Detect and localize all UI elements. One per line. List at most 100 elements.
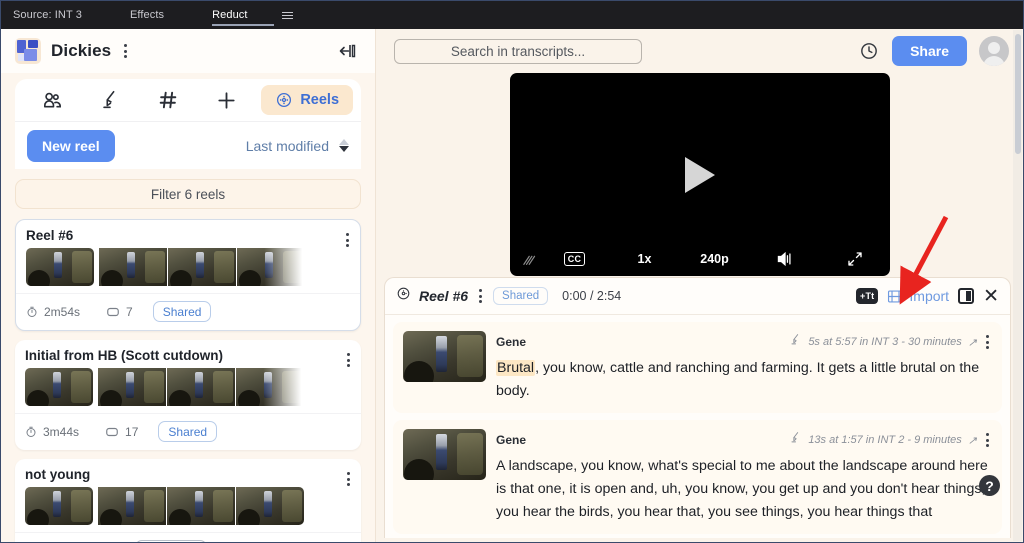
transcript-body[interactable]: Gene 5s at 5:57 in INT 3 - 30 minutes ↗ bbox=[385, 315, 1010, 538]
transcript-title: Reel #6 bbox=[419, 288, 469, 304]
play-icon[interactable] bbox=[684, 156, 715, 193]
reel-duration-text: 3m44s bbox=[43, 424, 80, 439]
reel-card-meta: 17s 3 Unshared bbox=[15, 532, 361, 542]
transcript-block-kebab-icon[interactable] bbox=[983, 331, 992, 353]
clock-icon[interactable] bbox=[858, 40, 880, 62]
speaker-name: Gene bbox=[496, 433, 527, 447]
reel-clipcount: 7 bbox=[106, 305, 133, 319]
transcript-panel: Reel #6 Shared 0:00 / 2:54 +Tt Import ✕ … bbox=[384, 277, 1011, 538]
fullscreen-icon[interactable] bbox=[820, 250, 890, 268]
reel-menu-kebab-icon[interactable] bbox=[344, 349, 353, 371]
menu-item-reduct[interactable]: Reduct bbox=[212, 9, 274, 26]
app-window: Source: INT 3 Effects Reduct Dickies Ree… bbox=[0, 0, 1024, 543]
tab-reels[interactable]: Reels bbox=[261, 85, 354, 115]
import-button[interactable]: Import bbox=[887, 288, 949, 304]
speaker-name: Gene bbox=[496, 335, 527, 349]
transcript-block-kebab-icon[interactable] bbox=[983, 429, 992, 451]
reel-card[interactable]: not young 17s bbox=[15, 459, 361, 542]
transcript-block[interactable]: Gene 5s at 5:57 in INT 3 - 30 minutes ↗ bbox=[393, 322, 1002, 413]
reel-thumbnail bbox=[99, 248, 167, 286]
top-bar-actions: Share bbox=[858, 36, 1009, 66]
player-controls: CC 1x 240p bbox=[510, 242, 890, 276]
reel-thumbnail bbox=[167, 487, 235, 525]
transcript-menu-kebab-icon[interactable] bbox=[476, 285, 485, 307]
highlighter-icon bbox=[789, 333, 802, 351]
highlighter-icon[interactable] bbox=[81, 85, 139, 115]
add-text-icon[interactable]: +Tt bbox=[856, 288, 879, 304]
transcript-header-actions: +Tt Import ✕ bbox=[856, 287, 999, 306]
transcript-block-meta: 13s at 1:57 in INT 2 - 9 minutes ↗ bbox=[789, 429, 992, 451]
transcript-status-badge: Shared bbox=[493, 287, 549, 305]
hamburger-icon[interactable] bbox=[281, 11, 293, 19]
reel-thumbnail bbox=[236, 487, 304, 525]
external-link-icon[interactable]: ↗ bbox=[968, 336, 977, 349]
menu-item-effects[interactable]: Effects bbox=[130, 9, 190, 21]
highlighter-icon bbox=[789, 431, 802, 449]
transcript-source-ref[interactable]: 13s at 1:57 in INT 2 - 9 minutes bbox=[808, 434, 961, 446]
tab-reels-label: Reels bbox=[300, 92, 340, 108]
reel-card-top: not young bbox=[15, 459, 361, 525]
reel-duration-text: 2m54s bbox=[44, 304, 81, 319]
reel-menu-kebab-icon[interactable] bbox=[344, 468, 353, 490]
main-split: Dickies Reels New reel Last modified Fil… bbox=[1, 29, 1023, 542]
sidebar: Dickies Reels New reel Last modified Fil… bbox=[1, 29, 376, 542]
hashtag-icon[interactable] bbox=[139, 85, 197, 115]
video-area: CC 1x 240p bbox=[376, 73, 1023, 276]
collapse-sidebar-icon[interactable] bbox=[335, 38, 361, 64]
reel-thumbnail bbox=[26, 248, 94, 286]
reel-duration: 3m44s bbox=[25, 425, 79, 439]
transcript-thumbnail[interactable] bbox=[403, 429, 486, 480]
project-title: Dickies bbox=[51, 41, 112, 60]
reel-thumbnail bbox=[236, 368, 304, 406]
reel-clipcount: 17 bbox=[105, 425, 138, 439]
reel-thumbnail bbox=[167, 368, 235, 406]
reels-list[interactable]: Filter 6 reels Reel #6 2m54s 7 Shared In… bbox=[1, 169, 375, 542]
split-view-icon[interactable] bbox=[958, 288, 975, 304]
transcript-block-header: Gene 5s at 5:57 in INT 3 - 30 minutes ↗ bbox=[496, 331, 992, 353]
transcript-thumbnail[interactable] bbox=[403, 331, 486, 382]
reel-thumbnail bbox=[98, 487, 166, 525]
reel-menu-kebab-icon[interactable] bbox=[343, 229, 352, 251]
reel-card[interactable]: Reel #6 2m54s 7 Shared bbox=[15, 219, 361, 331]
external-link-icon[interactable]: ↗ bbox=[968, 434, 977, 447]
transcript-source-ref[interactable]: 5s at 5:57 in INT 3 - 30 minutes bbox=[808, 336, 961, 348]
add-plus-icon[interactable] bbox=[197, 85, 255, 115]
avatar[interactable] bbox=[979, 36, 1009, 66]
reel-status-badge: Shared bbox=[152, 301, 212, 322]
reel-card-top: Reel #6 bbox=[16, 220, 360, 286]
sort-control[interactable]: Last modified bbox=[246, 138, 349, 154]
reel-thumbnail bbox=[25, 487, 93, 525]
filter-reels-input[interactable]: Filter 6 reels bbox=[15, 179, 361, 209]
menu-item-source[interactable]: Source: INT 3 bbox=[13, 9, 108, 21]
video-player[interactable]: CC 1x 240p bbox=[509, 73, 890, 276]
reel-thumbnail-strip bbox=[25, 368, 351, 406]
speakers-icon[interactable] bbox=[23, 85, 81, 115]
transcript-text[interactable]: A landscape, you know, what's special to… bbox=[496, 455, 992, 524]
captions-button[interactable]: CC bbox=[540, 252, 610, 266]
project-menu-kebab-icon[interactable] bbox=[121, 40, 130, 62]
search-input[interactable]: Search in transcripts... bbox=[394, 38, 642, 64]
reel-thumbnail bbox=[237, 248, 305, 286]
new-reel-button[interactable]: New reel bbox=[27, 129, 115, 162]
import-label: Import bbox=[909, 288, 950, 304]
reel-card-top: Initial from HB (Scott cutdown) bbox=[15, 340, 361, 406]
scrollbar-thumb[interactable] bbox=[1015, 34, 1021, 154]
reel-thumbnail bbox=[25, 368, 93, 406]
close-icon[interactable]: ✕ bbox=[983, 287, 999, 306]
reel-title: Initial from HB (Scott cutdown) bbox=[25, 348, 223, 363]
quality-button[interactable]: 240p bbox=[680, 252, 750, 266]
reel-card-meta: 3m44s 17 Shared bbox=[15, 413, 361, 450]
transcript-block[interactable]: Gene 13s at 1:57 in INT 2 - 9 minutes ↗ bbox=[393, 420, 1002, 534]
playback-speed-button[interactable]: 1x bbox=[610, 252, 680, 266]
transcript-text[interactable]: Brutal, you know, cattle and ranching an… bbox=[496, 357, 992, 403]
transcript-block-meta: 5s at 5:57 in INT 3 - 30 minutes ↗ bbox=[789, 331, 992, 353]
window-scrollbar[interactable] bbox=[1013, 30, 1022, 541]
volume-icon[interactable] bbox=[750, 250, 820, 268]
reel-card[interactable]: Initial from HB (Scott cutdown) 3m44s 17… bbox=[15, 340, 361, 450]
help-button[interactable]: ? bbox=[979, 475, 1000, 496]
signal-icon bbox=[522, 251, 540, 267]
sort-direction-icon[interactable] bbox=[339, 139, 349, 152]
reel-status-badge: Shared bbox=[158, 421, 218, 442]
transcript-block-main: Gene 5s at 5:57 in INT 3 - 30 minutes ↗ bbox=[496, 331, 992, 403]
share-button[interactable]: Share bbox=[892, 36, 967, 66]
